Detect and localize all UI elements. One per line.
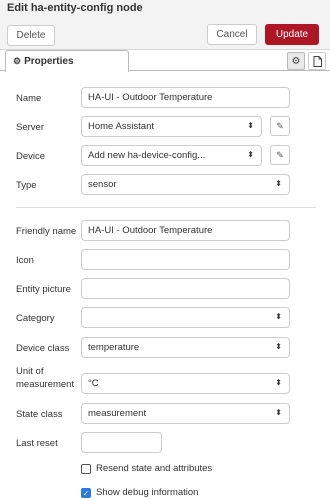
state-class-select[interactable]: measurement ⬍ <box>81 403 290 424</box>
name-input[interactable]: HA-UI - Outdoor Temperature <box>81 87 290 108</box>
pencil-icon: ✎ <box>276 149 284 160</box>
entity-picture-input[interactable] <box>81 278 290 299</box>
tray-title: Edit ha-entity-config node <box>7 2 143 14</box>
category-select[interactable]: ⬍ <box>81 307 290 328</box>
tab-bar: ⚙ Properties ⚙ <box>0 50 330 72</box>
section-divider <box>16 207 316 208</box>
unit-value: °C <box>88 378 99 389</box>
chevron-updown-icon: ⬍ <box>275 342 282 351</box>
device-class-value: temperature <box>88 342 140 353</box>
tab-properties[interactable]: ⚙ Properties <box>5 50 129 72</box>
edit-device-button[interactable]: ✎ <box>270 145 290 165</box>
resend-checkbox[interactable] <box>81 464 91 474</box>
type-label: Type <box>16 180 37 191</box>
edit-server-button[interactable]: ✎ <box>270 116 290 136</box>
entity-picture-label: Entity picture <box>16 284 71 295</box>
last-reset-input[interactable] <box>81 432 162 453</box>
type-select[interactable]: sensor ⬍ <box>81 174 290 195</box>
update-button[interactable]: Update <box>265 24 319 45</box>
cancel-button[interactable]: Cancel <box>207 24 257 45</box>
gear-icon: ⚙ <box>13 56 22 66</box>
debug-checkbox[interactable]: ✓ <box>81 488 91 498</box>
chevron-updown-icon: ⬍ <box>275 312 282 321</box>
chevron-updown-icon: ⬍ <box>275 179 282 188</box>
name-label: Name <box>16 93 42 104</box>
delete-button[interactable]: Delete <box>7 25 55 46</box>
unit-label-line1: Unit of <box>16 366 44 377</box>
chevron-updown-icon: ⬍ <box>275 378 282 387</box>
description-tab-icon[interactable] <box>308 52 326 70</box>
chevron-updown-icon: ⬍ <box>275 408 282 417</box>
device-class-label: Device class <box>16 343 70 354</box>
device-value: Add new ha-device-config... <box>88 150 206 161</box>
document-icon <box>313 55 322 67</box>
server-label: Server <box>16 122 44 133</box>
icon-input[interactable] <box>81 249 290 270</box>
unit-label-line2: measurement <box>16 379 75 390</box>
tab-properties-label: Properties <box>24 56 74 67</box>
checkmark-icon: ✓ <box>82 489 90 498</box>
server-select[interactable]: Home Assistant ⬍ <box>81 116 262 137</box>
resend-checkbox-label: Resend state and attributes <box>96 463 213 474</box>
unit-select[interactable]: °C ⬍ <box>81 373 290 394</box>
last-reset-label: Last reset <box>16 438 58 449</box>
state-class-value: measurement <box>88 408 147 419</box>
device-select[interactable]: Add new ha-device-config... ⬍ <box>81 145 262 166</box>
device-label: Device <box>16 151 46 162</box>
friendly-name-input[interactable]: HA-UI - Outdoor Temperature <box>81 220 290 241</box>
type-value: sensor <box>88 179 117 190</box>
category-label: Category <box>16 313 55 324</box>
friendly-name-label: Friendly name <box>16 226 77 237</box>
settings-tab-icon[interactable]: ⚙ <box>287 52 305 70</box>
debug-checkbox-label: Show debug information <box>96 487 199 498</box>
server-value: Home Assistant <box>88 121 154 132</box>
icon-label: Icon <box>16 255 34 266</box>
device-class-select[interactable]: temperature ⬍ <box>81 337 290 358</box>
state-class-label: State class <box>16 409 63 420</box>
chevron-updown-icon: ⬍ <box>247 121 254 130</box>
pencil-icon: ✎ <box>276 120 284 131</box>
tray-header: Edit ha-entity-config node Delete Cancel… <box>0 0 330 50</box>
chevron-updown-icon: ⬍ <box>247 150 254 159</box>
